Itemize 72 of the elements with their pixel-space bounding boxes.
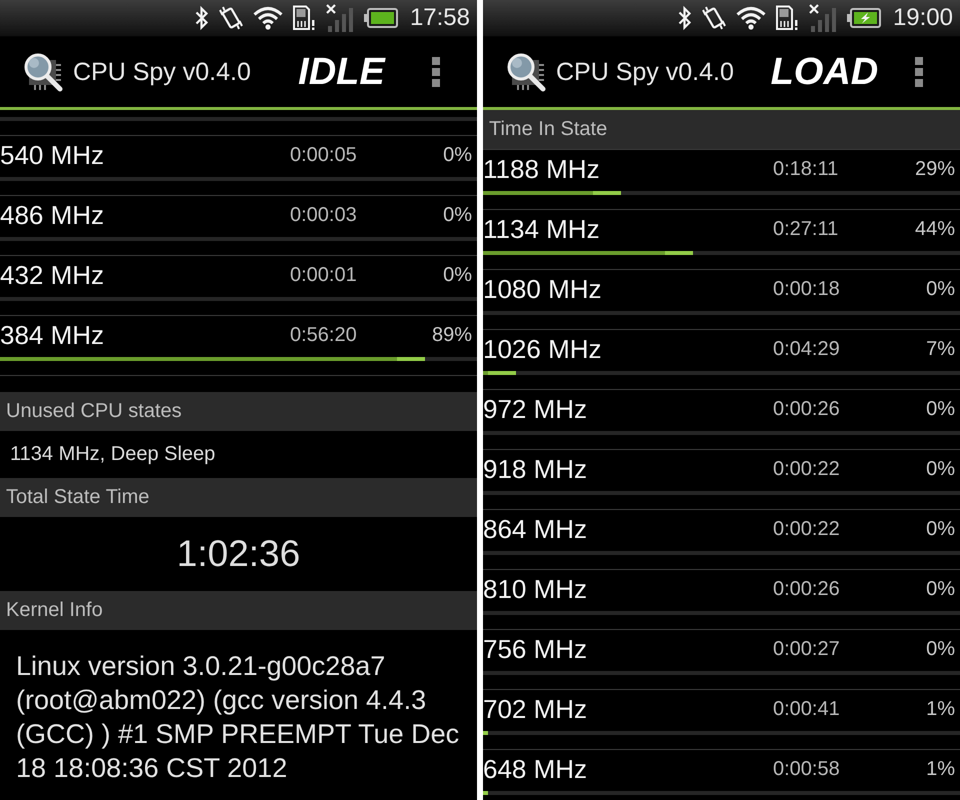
percent-label: 0% bbox=[926, 398, 955, 420]
frequency-label: 648 MHz bbox=[483, 755, 588, 783]
wifi-icon bbox=[736, 6, 766, 30]
percent-label: 0% bbox=[443, 204, 472, 226]
time-in-state: 0:00:41 bbox=[773, 698, 841, 720]
time-in-state: 0:18:11 bbox=[773, 158, 840, 180]
mode-label: IDLE bbox=[298, 50, 385, 94]
frequency-label: 972 MHz bbox=[483, 395, 588, 423]
percent-label: 1% bbox=[926, 758, 955, 780]
frequency-label: 1080 MHz bbox=[483, 275, 602, 303]
time-in-state: 0:00:26 bbox=[773, 578, 841, 600]
magnifier-chip-icon bbox=[505, 51, 547, 93]
percent-label: 0% bbox=[926, 458, 955, 480]
time-in-state: 0:00:58 bbox=[773, 758, 841, 780]
frequency-label: 864 MHz bbox=[483, 515, 588, 543]
phone-vibrate-icon bbox=[218, 5, 244, 31]
time-in-state: 0:56:20 bbox=[290, 324, 358, 346]
frequency-label: 384 MHz bbox=[0, 321, 106, 349]
percent-label: 0% bbox=[443, 144, 472, 166]
wifi-icon bbox=[252, 6, 283, 30]
signal-icon bbox=[808, 4, 838, 32]
percent-label: 0% bbox=[926, 638, 955, 660]
time-in-state: 0:00:05 bbox=[290, 144, 358, 166]
frequency-label: 1188 MHz bbox=[483, 155, 601, 183]
time-in-state: 0:00:03 bbox=[290, 204, 358, 226]
section-header: Kernel Info bbox=[0, 591, 477, 630]
overflow-menu-icon[interactable] bbox=[432, 57, 440, 87]
section-header: Total State Time bbox=[0, 478, 477, 517]
signal-icon bbox=[324, 4, 355, 32]
frequency-label: 432 MHz bbox=[0, 261, 106, 289]
time-in-state: 0:00:01 bbox=[290, 264, 358, 286]
frequency-label: 756 MHz bbox=[483, 635, 588, 663]
status-time: 17:58 bbox=[410, 4, 470, 32]
percent-label: 44% bbox=[914, 218, 955, 240]
percent-label: 0% bbox=[926, 518, 955, 540]
time-in-state: 0:27:11 bbox=[773, 218, 840, 240]
app-title: CPU Spy v0.4.0 bbox=[73, 58, 251, 86]
time-in-state: 0:00:26 bbox=[773, 398, 841, 420]
time-in-state: 0:00:22 bbox=[773, 518, 841, 540]
frequency-label: 1134 MHz bbox=[483, 215, 601, 243]
kernel-info-text: Linux version 3.0.21-g00c28a7 (root@abm022) (gcc version 4.4.3 (GCC) ) #1 SMP PREEMPT Tue Dec 18 18:08:36 CST 2012 bbox=[16, 651, 460, 783]
section-header: Unused CPU states bbox=[0, 392, 477, 431]
frequency-label: 1026 MHz bbox=[483, 335, 602, 363]
time-in-state: 0:00:22 bbox=[773, 458, 841, 480]
percent-label: 0% bbox=[926, 578, 955, 600]
sd-card-icon bbox=[292, 5, 316, 31]
percent-label: 29% bbox=[914, 158, 955, 180]
overflow-menu-icon[interactable] bbox=[915, 57, 923, 87]
frequency-label: 486 MHz bbox=[0, 201, 106, 229]
percent-label: 0% bbox=[926, 278, 955, 300]
app-title: CPU Spy v0.4.0 bbox=[556, 58, 734, 86]
percent-label: 1% bbox=[926, 698, 955, 720]
time-in-state: 0:04:29 bbox=[773, 338, 841, 360]
percent-label: 7% bbox=[926, 338, 955, 360]
phone-vibrate-icon bbox=[700, 5, 727, 31]
total-state-time: 1:02:36 bbox=[176, 533, 300, 575]
frequency-label: 702 MHz bbox=[483, 695, 588, 723]
time-in-state: 0:00:27 bbox=[773, 638, 841, 660]
frequency-label: 810 MHz bbox=[483, 575, 588, 603]
frequency-label: 540 MHz bbox=[0, 141, 106, 169]
sd-card-icon bbox=[774, 5, 799, 31]
time-in-state: 0:00:18 bbox=[773, 278, 841, 300]
frequency-label: 918 MHz bbox=[483, 455, 588, 483]
status-time: 19:00 bbox=[892, 4, 953, 32]
unused-states-text: 1134 MHz, Deep Sleep bbox=[10, 443, 216, 466]
bluetooth-icon bbox=[194, 5, 209, 31]
percent-label: 0% bbox=[443, 264, 472, 286]
bluetooth-icon bbox=[678, 5, 692, 31]
mode-label: LOAD bbox=[770, 50, 878, 94]
magnifier-chip-icon bbox=[22, 51, 64, 93]
percent-label: 89% bbox=[432, 324, 472, 346]
section-header: Time In State bbox=[483, 110, 960, 149]
